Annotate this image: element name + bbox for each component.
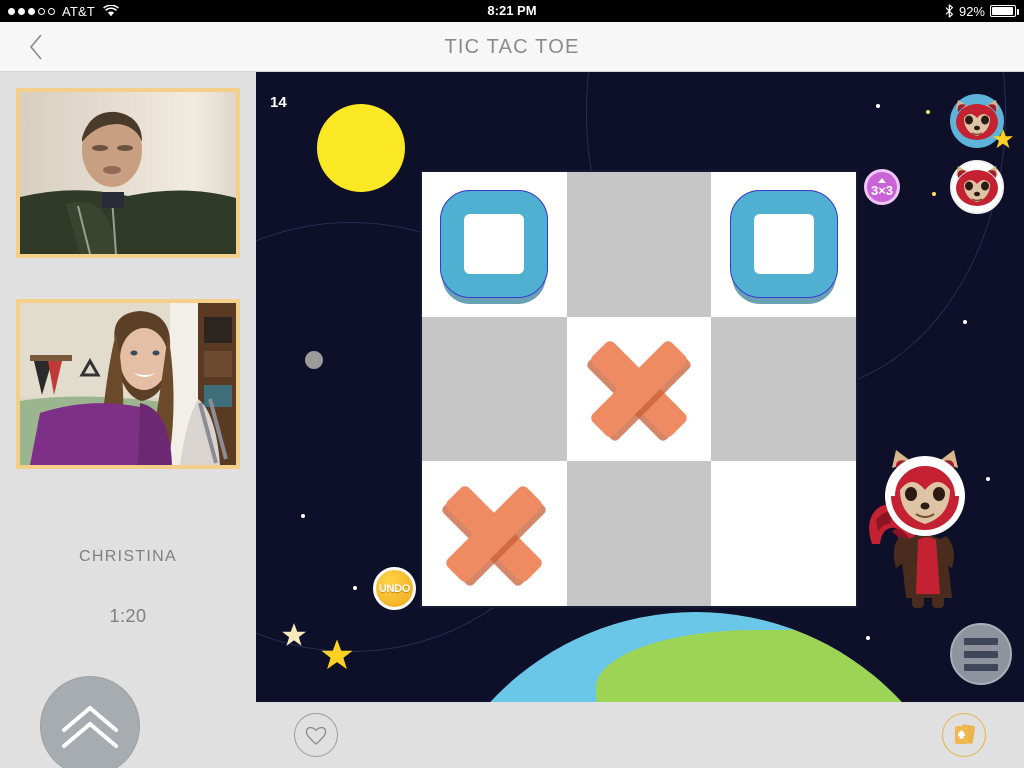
- astronaut-red-panda-character: [866, 448, 986, 608]
- undo-label: UNDO: [378, 582, 411, 595]
- star-dot: [876, 104, 880, 108]
- avatar-player-one[interactable]: [950, 94, 1014, 149]
- star-dot: [932, 192, 936, 196]
- planet-icon: [305, 351, 323, 369]
- piece-x: [438, 478, 550, 590]
- hamburger-menu-icon: [964, 650, 998, 658]
- cards-button[interactable]: [942, 713, 986, 757]
- game-timer: 1:20: [109, 606, 147, 626]
- status-bar-right: 92%: [945, 0, 1019, 22]
- turn-counter: 14: [270, 94, 287, 111]
- board-size-label: 3×3: [870, 182, 894, 198]
- favorite-button[interactable]: [294, 713, 338, 757]
- double-chevron-up-icon: [62, 706, 118, 748]
- piece-o: [729, 190, 838, 299]
- star-dot: [301, 514, 305, 518]
- star-dot: [963, 320, 967, 324]
- hamburger-menu-icon: [964, 637, 998, 645]
- participant-name-christina: CHRISTINA: [79, 548, 177, 565]
- board-cell-2-2[interactable]: [711, 461, 856, 606]
- hamburger-menu-icon: [964, 663, 998, 671]
- board-cell-0-0[interactable]: [422, 172, 567, 317]
- sidebar: AARON: [0, 72, 256, 768]
- game-menu-button[interactable]: [950, 623, 1012, 685]
- star-dot: [986, 477, 990, 481]
- heart-icon: [305, 726, 327, 745]
- piece-o: [440, 190, 549, 299]
- nav-bar: TIC TAC TOE: [0, 22, 1024, 72]
- page-title: TIC TAC TOE: [444, 36, 580, 58]
- triangle-up-icon: [878, 177, 886, 183]
- app-root: AT&T 8:21 PM 92% TIC TAC TOE CHRISTINA 1…: [0, 0, 1024, 768]
- board-cell-0-2[interactable]: [711, 172, 856, 317]
- status-bar: AT&T 8:21 PM 92%: [0, 0, 1024, 22]
- board-cell-2-0[interactable]: [422, 461, 567, 606]
- board-cell-1-1[interactable]: [566, 316, 712, 462]
- battery-icon: [990, 5, 1019, 17]
- game-canvas[interactable]: 14 3×3 UNDO: [256, 72, 1024, 702]
- piece-x: [583, 333, 695, 445]
- video-thumbnail-christina[interactable]: [16, 299, 240, 469]
- undo-button[interactable]: UNDO: [373, 567, 416, 610]
- playing-cards-icon: [955, 724, 976, 744]
- board-cell-2-1[interactable]: [566, 461, 712, 606]
- battery-percent-label: 92%: [958, 3, 985, 19]
- star-icon: [320, 638, 354, 677]
- star-dot: [926, 110, 930, 114]
- star-dot: [353, 586, 357, 590]
- bluetooth-icon: [945, 4, 954, 18]
- earth-graphic: [416, 612, 976, 702]
- board-cell-1-0[interactable]: [422, 316, 567, 462]
- bottom-toolbar: [256, 702, 1024, 768]
- board-cell-0-1[interactable]: [566, 172, 712, 317]
- sun-icon: [317, 104, 405, 192]
- board-size-badge[interactable]: 3×3: [864, 169, 900, 205]
- status-bar-clock: 8:21 PM: [487, 3, 537, 18]
- star-icon: [992, 128, 1014, 155]
- controls-button[interactable]: [40, 676, 140, 768]
- star-icon: [281, 622, 307, 653]
- avatar-player-two[interactable]: [950, 160, 1004, 214]
- board-cell-1-2[interactable]: [711, 316, 856, 462]
- red-panda-icon: [956, 166, 998, 206]
- tic-tac-toe-board[interactable]: [420, 170, 858, 608]
- video-thumbnail-aaron[interactable]: [16, 88, 240, 258]
